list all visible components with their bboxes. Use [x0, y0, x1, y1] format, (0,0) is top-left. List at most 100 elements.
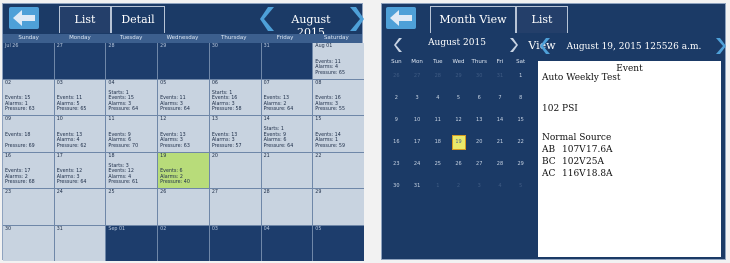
calendar-day-cell[interactable]: 07 Events: 13 Alarms: 2 Pressure: 64: [261, 79, 313, 115]
mini-day[interactable]: 26: [448, 161, 469, 167]
mini-day[interactable]: 22: [510, 139, 531, 145]
calendar-day-cell[interactable]: 24: [54, 189, 106, 225]
calendar-day-cell[interactable]: 31: [261, 43, 313, 79]
tab-month-view[interactable]: Month View: [430, 6, 516, 33]
calendar-day-cell[interactable]: 10 Events: 13 Alarms: 4 Pressure: 62: [54, 116, 106, 152]
mini-day[interactable]: 7: [490, 95, 511, 101]
mini-day[interactable]: 15: [510, 117, 531, 123]
calendar-day-cell[interactable]: 05: [313, 225, 364, 261]
mini-day[interactable]: 31: [490, 73, 511, 79]
mini-day[interactable]: 18: [427, 139, 448, 145]
mini-day[interactable]: 1: [510, 73, 531, 79]
mini-day[interactable]: 29: [448, 73, 469, 79]
mini-day[interactable]: 30: [386, 183, 407, 189]
calendar-day-cell[interactable]: 29: [158, 43, 209, 79]
mini-week-row: 30 31 1 2 3 4 5: [386, 175, 531, 197]
tab-detail-view[interactable]: Detail View: [111, 6, 165, 52]
prev-month-icon[interactable]: [260, 7, 276, 31]
calendar-day-cell[interactable]: 12 Events: 13 Alarms: 3 Pressure: 63: [158, 116, 209, 152]
mini-day[interactable]: 27: [407, 73, 428, 79]
next-day-icon[interactable]: [716, 38, 726, 54]
calendar-day-cell[interactable]: Jul 26: [3, 43, 54, 79]
calendar-day-cell[interactable]: 04: [261, 225, 313, 261]
calendar-day-cell[interactable]: 16 Events: 17 Alarms: 2 Pressure: 68: [3, 152, 54, 188]
calendar-day-cell[interactable]: 18 Starts: 3 Events: 12 Alarms: 4 Pressure: …: [106, 152, 158, 188]
mini-day[interactable]: 26: [386, 73, 407, 79]
mini-day[interactable]: 14: [490, 117, 511, 123]
calendar-day-cell[interactable]: 03 Events: 11 Alarms: 5 Pressure: 65: [54, 79, 106, 115]
calendar-day-cell[interactable]: 27: [209, 189, 261, 225]
day-summary-line: Pressure: 68: [5, 180, 35, 186]
mini-day[interactable]: 5: [448, 95, 469, 101]
mini-day[interactable]: 12: [448, 117, 469, 123]
calendar-day-cell[interactable]: 23: [3, 189, 54, 225]
mini-day[interactable]: 6: [469, 95, 490, 101]
calendar-day-cell[interactable]: 28: [261, 189, 313, 225]
calendar-day-cell[interactable]: 06 Starts: 1 Events: 16 Alarms: 3 Pressure: …: [209, 79, 261, 115]
tab-list-view[interactable]: List View: [59, 6, 111, 52]
next-month-icon[interactable]: [348, 7, 364, 31]
mini-day[interactable]: 13: [469, 117, 490, 123]
calendar-day-cell[interactable]: 02: [158, 225, 209, 261]
mini-day[interactable]: 10: [407, 117, 428, 123]
calendar-day-cell[interactable]: 08 Events: 16 Alarms: 3 Pressure: 55: [313, 79, 364, 115]
calendar-day-cell[interactable]: 22: [313, 152, 364, 188]
mini-day[interactable]: 20: [469, 139, 490, 145]
mini-day[interactable]: 31: [407, 183, 428, 189]
calendar-day-cell[interactable]: 25: [106, 189, 158, 225]
mini-day[interactable]: 9: [386, 117, 407, 123]
calendar-day-cell[interactable]: 17 Events: 12 Alarms: 3 Pressure: 64: [54, 152, 106, 188]
calendar-day-cell[interactable]: 14 Starts: 1 Events: 9 Alarms: 6 Pressure: 6…: [261, 116, 313, 152]
mini-day[interactable]: 3: [407, 95, 428, 101]
day-number: 30: [5, 226, 12, 232]
calendar-day-cell[interactable]: 11 Events: 9 Alarms: 6 Pressure: 70: [106, 116, 158, 152]
calendar-day-cell[interactable]: 26: [158, 189, 209, 225]
calendar-day-cell[interactable]: 15 Events: 14 Alarms: 1 Pressure: 59: [313, 116, 364, 152]
calendar-day-cell[interactable]: 27: [54, 43, 106, 79]
back-button[interactable]: [9, 7, 39, 29]
mini-day[interactable]: 30: [469, 73, 490, 79]
mini-day[interactable]: 8: [510, 95, 531, 101]
mini-day[interactable]: 4: [490, 183, 511, 189]
mini-day[interactable]: 25: [427, 161, 448, 167]
mini-day[interactable]: 23: [386, 161, 407, 167]
mini-day[interactable]: 11: [427, 117, 448, 123]
mini-day[interactable]: 29: [510, 161, 531, 167]
mini-day[interactable]: 2: [386, 95, 407, 101]
day-number: 17: [56, 153, 63, 159]
tab-list-view[interactable]: List View: [516, 6, 568, 52]
mini-day[interactable]: 3: [469, 183, 490, 189]
calendar-day-cell[interactable]: 28: [106, 43, 158, 79]
mini-day[interactable]: 2: [448, 183, 469, 189]
calendar-day-cell[interactable]: 29: [313, 189, 364, 225]
mini-day[interactable]: 28: [427, 73, 448, 79]
day-summary-line: Pressure: 69: [5, 143, 35, 149]
calendar-day-cell[interactable]: 30: [3, 225, 54, 261]
mini-day[interactable]: 5: [510, 183, 531, 189]
mini-day[interactable]: 28: [490, 161, 511, 167]
calendar-day-cell[interactable]: 03: [209, 225, 261, 261]
calendar-day-cell[interactable]: Sep 01: [106, 225, 158, 261]
mini-day[interactable]: 17: [407, 139, 428, 145]
calendar-day-cell[interactable]: 09 Events: 18 Pressure: 69: [3, 116, 54, 152]
back-button[interactable]: [386, 7, 416, 29]
calendar-day-cell[interactable]: 02 Events: 15 Alarms: 1 Pressure: 63: [3, 79, 54, 115]
mini-day-selected[interactable]: 19: [448, 134, 469, 150]
calendar-day-cell-today[interactable]: 19 Events: 6 Alarms: 2 Pressure: 40: [158, 152, 209, 188]
calendar-day-cell[interactable]: 20: [209, 152, 261, 188]
mini-day[interactable]: 27: [469, 161, 490, 167]
calendar-day-cell[interactable]: 13 Events: 13 Alarms: 3 Pressure: 57: [209, 116, 261, 152]
mini-day[interactable]: 4: [427, 95, 448, 101]
mini-day[interactable]: 24: [407, 161, 428, 167]
mini-next-month-icon[interactable]: [510, 38, 518, 52]
mini-day[interactable]: 1: [427, 183, 448, 189]
prev-day-icon[interactable]: [540, 38, 550, 54]
calendar-day-cell[interactable]: 30: [209, 43, 261, 79]
calendar-day-cell[interactable]: 05 Events: 11 Alarms: 3 Pressure: 64: [158, 79, 209, 115]
calendar-day-cell[interactable]: 31: [54, 225, 106, 261]
mini-day[interactable]: 21: [490, 139, 511, 145]
calendar-day-cell[interactable]: Aug 01 Events: 11 Alarms: 4 Pressure: 65: [313, 43, 364, 79]
calendar-day-cell[interactable]: 04 Starts: 1 Events: 15 Alarms: 3 Pressure: …: [106, 79, 158, 115]
mini-day[interactable]: 16: [386, 139, 407, 145]
calendar-day-cell[interactable]: 21: [261, 152, 313, 188]
